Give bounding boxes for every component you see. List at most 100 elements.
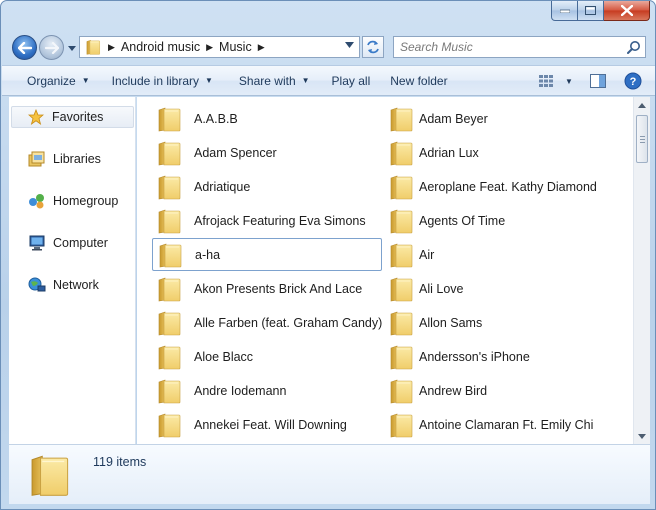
folder-icon <box>388 378 414 404</box>
folder-item[interactable]: Air <box>384 238 624 271</box>
breadcrumb-separator[interactable]: ▶ <box>258 42 265 53</box>
refresh-button[interactable] <box>362 36 384 58</box>
details-pane: 119 items <box>9 444 650 504</box>
folder-item[interactable]: Adam Spencer <box>152 136 382 169</box>
folder-item-selected[interactable]: a-ha <box>152 238 382 271</box>
preview-pane-button[interactable] <box>583 69 613 93</box>
folder-name: Afrojack Featuring Eva Simons <box>194 213 366 228</box>
view-options-dropdown[interactable]: ▼ <box>561 69 577 93</box>
close-icon <box>620 5 633 16</box>
maximize-icon <box>585 6 596 15</box>
folder-name: a-ha <box>195 247 221 262</box>
folder-item[interactable]: Agents Of Time <box>384 204 624 237</box>
folder-item[interactable]: Ali Love <box>384 272 624 305</box>
folder-icon <box>388 344 414 370</box>
folder-name: Antoine Clamaran Ft. Emily Chi <box>419 417 594 432</box>
folder-item[interactable]: A.A.B.B <box>152 102 382 135</box>
back-button[interactable] <box>12 35 37 60</box>
chevron-down-icon: ▼ <box>205 76 213 85</box>
libraries-icon <box>27 150 47 168</box>
organize-menu[interactable]: Organize ▼ <box>18 69 99 93</box>
close-button[interactable] <box>604 1 650 21</box>
grip-line <box>640 142 645 143</box>
maximize-button[interactable] <box>578 1 604 21</box>
folder-item[interactable]: Aeroplane Feat. Kathy Diamond <box>384 170 624 203</box>
search-box[interactable] <box>393 36 646 58</box>
new-folder-button[interactable]: New folder <box>381 69 456 93</box>
minimize-button[interactable] <box>551 1 578 21</box>
folder-item[interactable]: Antoine Clamaran Ft. Emily Chi <box>384 408 624 441</box>
forward-button[interactable] <box>39 35 64 60</box>
nav-label-homegroup: Homegroup <box>53 194 119 208</box>
folder-name: Adam Spencer <box>194 145 277 160</box>
grip-line <box>640 139 645 140</box>
nav-label-computer: Computer <box>53 236 108 250</box>
folder-item[interactable]: Akon Presents Brick And Lace <box>152 272 382 305</box>
breadcrumb-separator[interactable]: ▶ <box>108 42 115 53</box>
nav-item-favorites[interactable]: Favorites <box>11 106 134 128</box>
folder-item[interactable]: Andersson's iPhone <box>384 340 624 373</box>
nav-item-network[interactable]: Network <box>13 274 99 296</box>
folder-icon <box>388 174 414 200</box>
folder-name: Adriatique <box>194 179 251 194</box>
help-icon: ? <box>624 72 642 90</box>
folder-name: Allon Sams <box>419 315 483 330</box>
scroll-up-button[interactable] <box>634 97 650 113</box>
folder-icon <box>156 106 182 132</box>
vertical-scrollbar[interactable] <box>633 97 650 444</box>
chevron-down-icon: ▼ <box>301 76 310 85</box>
folder-icon <box>388 412 414 438</box>
folder-icon <box>388 310 414 336</box>
nav-item-libraries[interactable]: Libraries <box>13 148 101 170</box>
folder-name: Air <box>419 247 435 262</box>
navigation-pane: Favorites Libraries Homegroup Computer N… <box>9 97 136 444</box>
scroll-down-button[interactable] <box>634 428 650 444</box>
folder-item[interactable]: Adriatique <box>152 170 382 203</box>
explorer-window: ▶ Android music ▶ Music ▶ Organize ▼ Incl… <box>0 0 656 510</box>
folder-name: Aeroplane Feat. Kathy Diamond <box>419 179 597 194</box>
include-in-library-menu[interactable]: Include in library ▼ <box>103 69 222 93</box>
network-icon <box>27 276 47 294</box>
folder-name: Annekei Feat. Will Downing <box>194 417 347 432</box>
nav-item-computer[interactable]: Computer <box>13 232 108 254</box>
chevron-down-icon: ▼ <box>565 76 573 86</box>
search-input[interactable] <box>394 37 625 57</box>
recent-locations-button[interactable] <box>67 43 77 53</box>
search-icon[interactable] <box>625 38 643 56</box>
folder-item[interactable]: Andre Iodemann <box>152 374 382 407</box>
folder-item[interactable]: Alle Farben (feat. Graham Candy) <box>152 306 382 339</box>
change-view-button[interactable] <box>531 69 561 93</box>
command-bar: Organize ▼ Include in library ▼ Share with… <box>2 65 655 96</box>
folder-name: Andersson's iPhone <box>419 349 530 364</box>
folder-item[interactable]: Afrojack Featuring Eva Simons <box>152 204 382 237</box>
folder-icon <box>157 242 183 268</box>
chevron-down-icon[interactable] <box>345 42 354 48</box>
folder-item[interactable]: Aloe Blacc <box>152 340 382 373</box>
folder-icon <box>156 140 182 166</box>
folder-item[interactable]: Annekei Feat. Will Downing <box>152 408 382 441</box>
file-list: A.A.B.B Adam Spencer Adriatique Afrojack… <box>137 97 633 444</box>
folder-item[interactable]: Allon Sams <box>384 306 624 339</box>
folder-item[interactable]: Andrew Bird <box>384 374 624 407</box>
breadcrumb-separator[interactable]: ▶ <box>206 42 213 53</box>
nav-item-homegroup[interactable]: Homegroup <box>13 190 118 212</box>
organize-label: Organize <box>27 73 76 88</box>
folder-name: Alle Farben (feat. Graham Candy) <box>194 315 383 330</box>
folder-item[interactable]: Adrian Lux <box>384 136 624 169</box>
folder-item[interactable]: Adam Beyer <box>384 102 624 135</box>
breadcrumb-music[interactable]: Music <box>219 40 252 54</box>
folder-icon <box>156 378 182 404</box>
breadcrumb-android-music[interactable]: Android music <box>121 40 200 54</box>
folder-name: Akon Presents Brick And Lace <box>194 281 363 296</box>
chevron-up-icon <box>638 102 646 108</box>
new-folder-label: New folder <box>390 73 448 88</box>
folder-icon <box>84 39 102 55</box>
play-all-button[interactable]: Play all <box>323 69 380 93</box>
preview-pane-icon <box>590 74 606 88</box>
help-button[interactable]: ? <box>621 69 645 93</box>
scrollbar-thumb[interactable] <box>636 115 648 163</box>
arrow-left-icon <box>17 41 32 54</box>
folder-name: Ali Love <box>419 281 464 296</box>
share-with-menu[interactable]: Share with ▼ <box>230 69 319 93</box>
address-bar[interactable]: ▶ Android music ▶ Music ▶ <box>79 36 360 58</box>
